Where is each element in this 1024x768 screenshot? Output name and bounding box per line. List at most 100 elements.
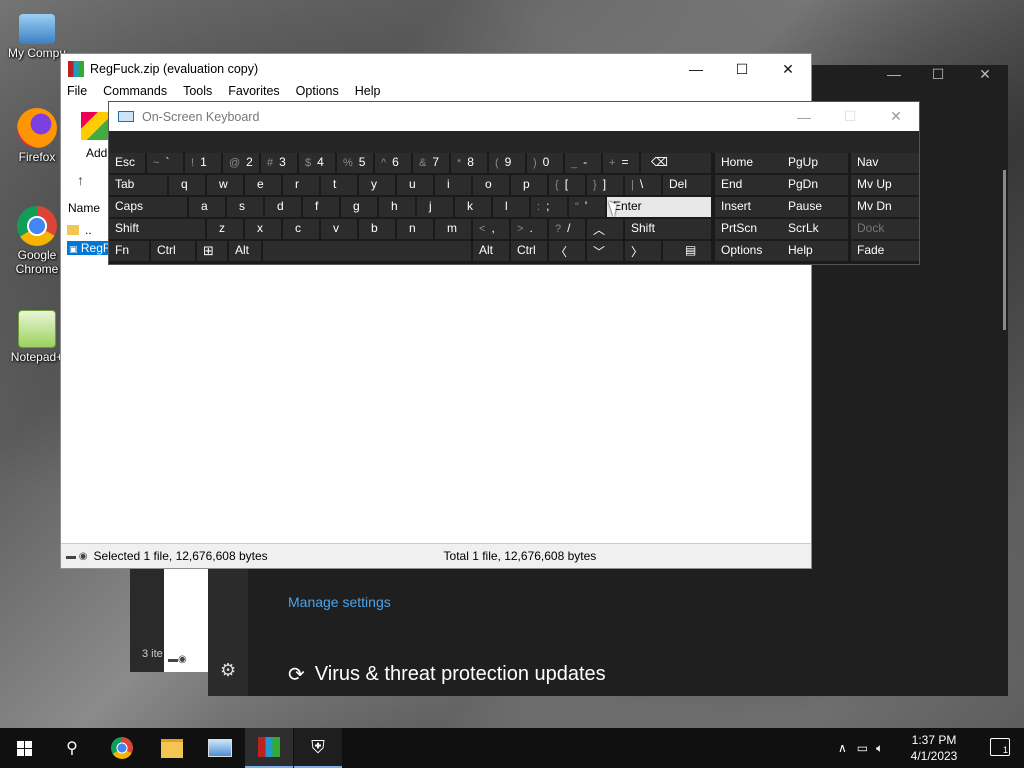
- key-digit[interactable]: ) 0: [527, 153, 563, 173]
- menu-file[interactable]: File: [67, 84, 87, 104]
- key-letter[interactable]: u: [397, 175, 433, 195]
- key-letter[interactable]: s: [227, 197, 263, 217]
- key-letter[interactable]: p: [511, 175, 547, 195]
- network-icon[interactable]: ▭: [857, 741, 868, 755]
- key-ctrl-left[interactable]: Ctrl: [151, 241, 195, 261]
- key-fn[interactable]: Fn: [109, 241, 149, 261]
- security-scrollbar[interactable]: [1003, 170, 1006, 330]
- security-minimize-button[interactable]: —: [871, 66, 917, 82]
- key-symbol[interactable]: >.: [511, 219, 547, 239]
- osk-close-button[interactable]: ✕: [873, 102, 919, 131]
- key-letter[interactable]: e: [245, 175, 281, 195]
- key-letter[interactable]: g: [341, 197, 377, 217]
- key-symbol[interactable]: }]: [587, 175, 623, 195]
- key-digit[interactable]: ~ `: [147, 153, 183, 173]
- key-symbol[interactable]: ? /: [549, 219, 585, 239]
- key-letter[interactable]: z: [207, 219, 243, 239]
- key-backspace[interactable]: ⌫: [641, 153, 711, 173]
- key-fade[interactable]: Fade: [851, 241, 919, 261]
- key-alt-right[interactable]: Alt: [473, 241, 509, 261]
- key-tab[interactable]: Tab: [109, 175, 167, 195]
- key-digit[interactable]: (9: [489, 153, 525, 173]
- search-button[interactable]: ⚲: [48, 728, 96, 768]
- key-letter[interactable]: t: [321, 175, 357, 195]
- key-scrlk[interactable]: ScrLk: [782, 219, 848, 239]
- key-symbol[interactable]: | \: [625, 175, 661, 195]
- key-pgup[interactable]: PgUp: [782, 153, 848, 173]
- security-maximize-button[interactable]: ☐: [915, 66, 961, 83]
- key-del[interactable]: Del: [663, 175, 711, 195]
- key-digit[interactable]: % 5: [337, 153, 373, 173]
- key-letter[interactable]: k: [455, 197, 491, 217]
- key-digit[interactable]: ! 1: [185, 153, 221, 173]
- key-shift-left[interactable]: Shift: [109, 219, 205, 239]
- key-letter[interactable]: h: [379, 197, 415, 217]
- key-alt-left[interactable]: Alt: [229, 241, 261, 261]
- key-nav[interactable]: Nav: [851, 153, 919, 173]
- taskbar-clock[interactable]: 1:37 PM 4/1/2023: [904, 732, 964, 764]
- osk-titlebar[interactable]: On-Screen Keyboard — ☐ ✕: [109, 102, 919, 131]
- key-arrow-left[interactable]: 〈: [549, 241, 585, 261]
- key-letter[interactable]: m: [435, 219, 471, 239]
- volume-icon[interactable]: 🔈︎: [876, 741, 883, 756]
- winrar-titlebar[interactable]: RegFuck.zip (evaluation copy) — ☐ ✕: [61, 54, 811, 84]
- key-symbol[interactable]: " ': [569, 197, 605, 217]
- key-digit[interactable]: _ -: [565, 153, 601, 173]
- key-enter[interactable]: Enter: [607, 197, 711, 217]
- key-letter[interactable]: b: [359, 219, 395, 239]
- key-digit[interactable]: * 8: [451, 153, 487, 173]
- key-letter[interactable]: o: [473, 175, 509, 195]
- chevron-up-icon[interactable]: ∧: [838, 741, 847, 755]
- key-pgdn[interactable]: PgDn: [782, 175, 848, 195]
- key-letter[interactable]: f: [303, 197, 339, 217]
- key-esc[interactable]: Esc: [109, 153, 145, 173]
- key-symbol[interactable]: {[: [549, 175, 585, 195]
- key-help[interactable]: Help: [782, 241, 848, 261]
- key-digit[interactable]: + =: [603, 153, 639, 173]
- taskbar-remote-desktop[interactable]: [196, 728, 244, 768]
- winrar-close-button[interactable]: ✕: [765, 54, 811, 84]
- key-letter[interactable]: a: [189, 197, 225, 217]
- taskbar-file-explorer[interactable]: [148, 728, 196, 768]
- key-digit[interactable]: @2: [223, 153, 259, 173]
- gear-icon[interactable]: ⚙: [220, 660, 236, 681]
- key-letter[interactable]: n: [397, 219, 433, 239]
- key-letter[interactable]: c: [283, 219, 319, 239]
- key-arrow-up[interactable]: ︿: [587, 219, 623, 239]
- key-letter[interactable]: j: [417, 197, 453, 217]
- taskbar-windows-security[interactable]: ⛨: [294, 728, 342, 768]
- add-archive-icon[interactable]: [81, 112, 109, 140]
- taskbar-chrome[interactable]: [98, 728, 146, 768]
- notification-center-icon[interactable]: 1: [990, 738, 1010, 756]
- key-menu[interactable]: ▤: [663, 241, 711, 261]
- key-arrow-down[interactable]: ﹀: [587, 241, 623, 261]
- key-space[interactable]: [263, 241, 471, 261]
- key-options[interactable]: Options: [715, 241, 783, 261]
- security-close-button[interactable]: ✕: [962, 66, 1008, 83]
- key-letter[interactable]: w: [207, 175, 243, 195]
- key-insert[interactable]: Insert: [715, 197, 783, 217]
- winrar-maximize-button[interactable]: ☐: [719, 54, 765, 84]
- key-letter[interactable]: x: [245, 219, 281, 239]
- key-pause[interactable]: Pause: [782, 197, 848, 217]
- key-home[interactable]: Home: [715, 153, 783, 173]
- column-header-name[interactable]: Name: [68, 201, 100, 215]
- key-mvup[interactable]: Mv Up: [851, 175, 919, 195]
- key-symbol[interactable]: <,: [473, 219, 509, 239]
- key-ctrl-right[interactable]: Ctrl: [511, 241, 547, 261]
- file-row-parent[interactable]: ..: [67, 223, 92, 237]
- key-dock[interactable]: Dock: [851, 219, 919, 239]
- key-prtscn[interactable]: PrtScn: [715, 219, 783, 239]
- key-mvdn[interactable]: Mv Dn: [851, 197, 919, 217]
- key-caps[interactable]: Caps: [109, 197, 187, 217]
- key-symbol[interactable]: :;: [531, 197, 567, 217]
- osk-minimize-button[interactable]: —: [781, 102, 827, 131]
- key-digit[interactable]: & 7: [413, 153, 449, 173]
- up-folder-icon[interactable]: ↑: [77, 172, 84, 188]
- key-windows[interactable]: ⊞: [197, 241, 227, 261]
- manage-settings-link[interactable]: Manage settings: [288, 594, 391, 610]
- add-button-label[interactable]: Add: [86, 146, 107, 160]
- key-letter[interactable]: r: [283, 175, 319, 195]
- key-shift-right[interactable]: Shift: [625, 219, 711, 239]
- key-letter[interactable]: y: [359, 175, 395, 195]
